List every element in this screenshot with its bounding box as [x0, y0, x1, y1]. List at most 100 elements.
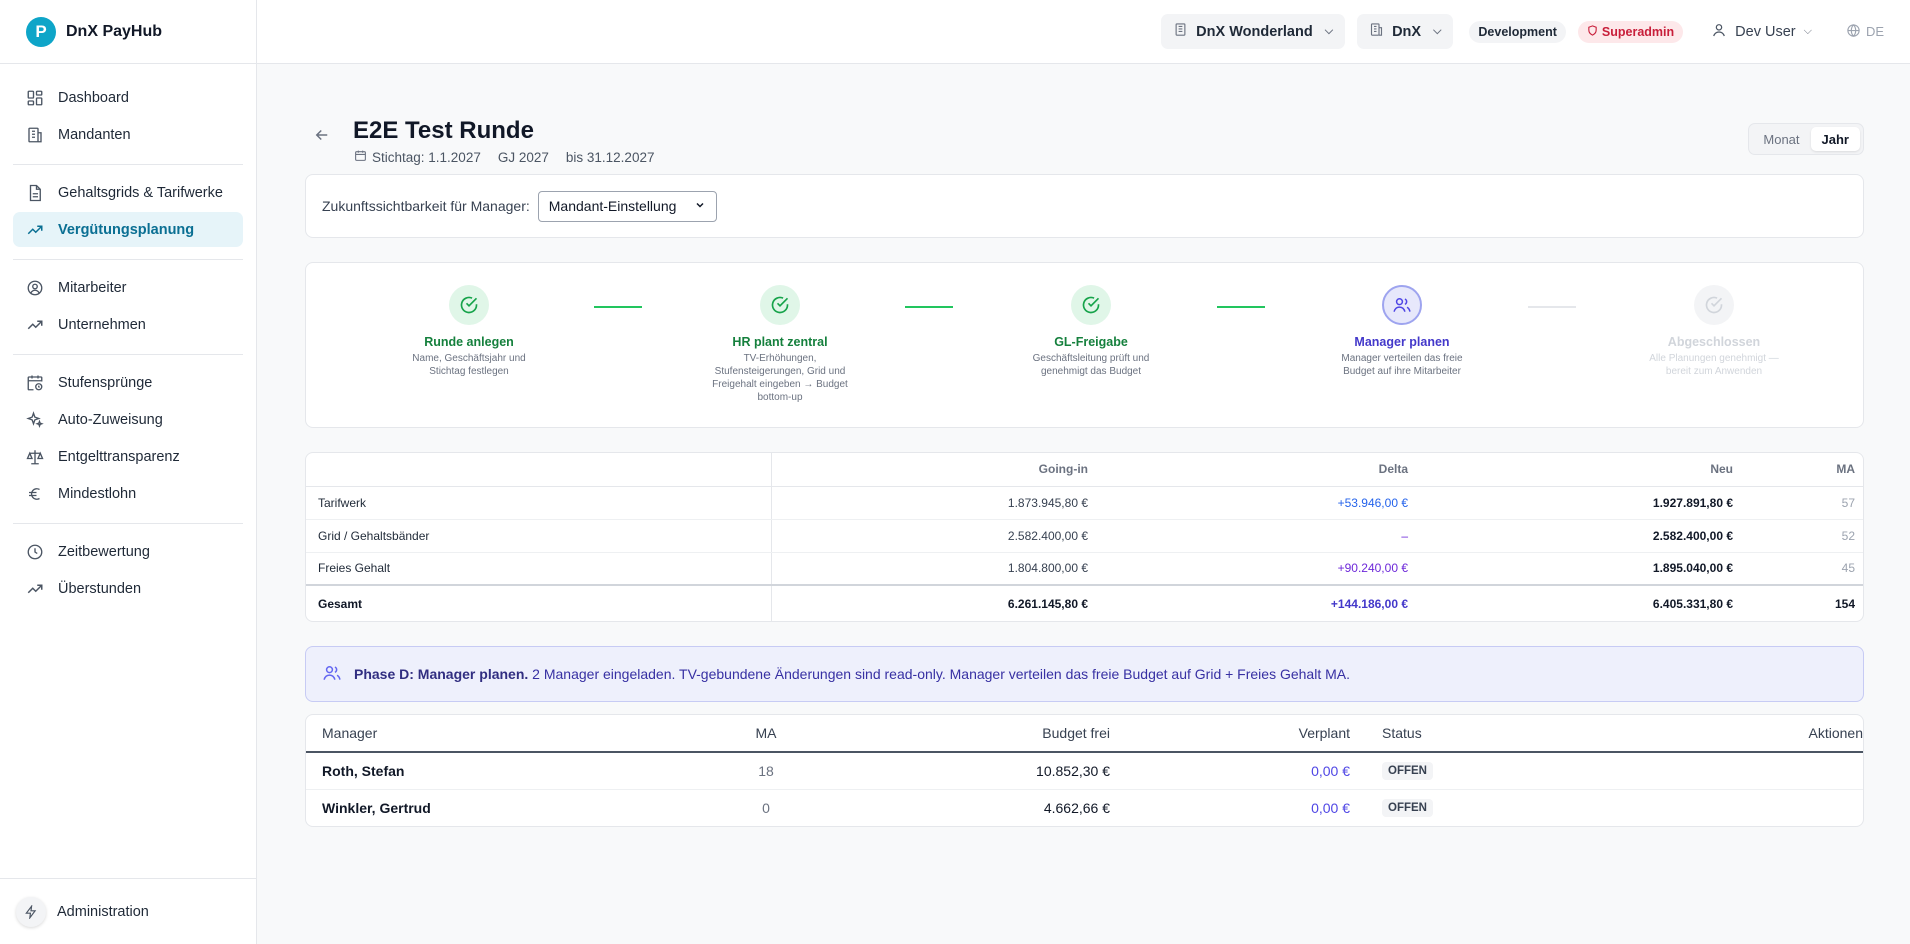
- sidebar-item-label: Mindestlohn: [58, 485, 137, 502]
- column-header: Going-in: [771, 453, 1096, 487]
- trend-icon: [25, 579, 45, 599]
- phase-info-banner: Phase D: Manager planen. 2 Manager einge…: [305, 646, 1864, 702]
- sidebar-item-dashboard[interactable]: Dashboard: [13, 80, 243, 115]
- sidebar-item-zeitbewertung[interactable]: Zeitbewertung: [13, 534, 243, 569]
- sidebar-nav: Dashboard Mandanten Gehaltsgrids & Tarif…: [0, 64, 256, 618]
- column-header: MA: [686, 715, 846, 753]
- manager-name: Winkler, Gertrud: [322, 799, 431, 816]
- step-title: HR plant zentral: [732, 335, 828, 349]
- page-header: E2E Test Runde Stichtag: 1.1.2027 GJ 202…: [305, 64, 1864, 172]
- sidebar-item-mandanten[interactable]: Mandanten: [13, 117, 243, 152]
- managers-table: Manager MA Budget frei Verplant Status A…: [305, 714, 1864, 827]
- document-icon: [25, 183, 45, 203]
- tenant-select[interactable]: DnX Wonderland ⌵: [1161, 14, 1346, 49]
- budget-free: 4.662,66 €: [1043, 799, 1110, 816]
- column-header: Delta: [1096, 453, 1416, 487]
- status-badge: OFFEN: [1382, 799, 1433, 818]
- nav-group: Dashboard Mandanten: [13, 80, 243, 165]
- sidebar-item-verguetungsplanung[interactable]: Vergütungsplanung: [13, 212, 243, 247]
- column-header: MA: [1741, 453, 1863, 487]
- table-header-row: Manager MA Budget frei Verplant Status A…: [306, 715, 1863, 753]
- administration-label: Administration: [57, 903, 149, 920]
- check-circle-icon: [760, 285, 800, 325]
- actions-cell: [1606, 752, 1863, 790]
- sidebar-item-unternehmen[interactable]: Unternehmen: [13, 307, 243, 342]
- status-cell: OFFEN: [1366, 789, 1606, 826]
- brand[interactable]: P DnX PayHub: [0, 0, 256, 64]
- calendar-clock-icon: [25, 373, 45, 393]
- sidebar-item-label: Gehaltsgrids & Tarifwerke: [58, 184, 223, 201]
- step-connector: [905, 306, 953, 308]
- back-arrow-icon[interactable]: [313, 126, 331, 147]
- sidebar-item-label: Dashboard: [58, 89, 129, 106]
- going-in-value: 6.261.145,80 €: [771, 584, 1096, 621]
- chevron-down-icon: ⌵: [1433, 25, 1442, 37]
- language-label: DE: [1865, 24, 1884, 39]
- column-header: Aktionen: [1606, 715, 1863, 753]
- row-label: Grid / Gehaltsbänder: [306, 519, 772, 553]
- sidebar-item-label: Entgelttransparenz: [58, 448, 180, 465]
- step-runde-anlegen: Runde anlegen Name, Geschäftsjahr und St…: [389, 285, 549, 378]
- sidebar-item-ueberstunden[interactable]: Überstunden: [13, 571, 243, 606]
- delta-value: +90.240,00 €: [1096, 552, 1416, 586]
- step-description: Name, Geschäftsjahr und Stichtag festleg…: [412, 353, 526, 377]
- sidebar-item-gehaltsgrids[interactable]: Gehaltsgrids & Tarifwerke: [13, 175, 243, 210]
- sidebar-item-label: Mitarbeiter: [58, 279, 127, 296]
- clock-icon: [25, 542, 45, 562]
- globe-icon: [1846, 23, 1861, 41]
- sidebar-item-label: Mandanten: [58, 126, 131, 143]
- users-icon: [322, 663, 342, 686]
- sidebar-item-mitarbeiter[interactable]: Mitarbeiter: [13, 270, 243, 305]
- total-row: Gesamt 6.261.145,80 € +144.186,00 € 6.40…: [306, 584, 1863, 621]
- visibility-card: Zukunftssichtbarkeit für Manager: Mandan…: [305, 174, 1864, 238]
- ma-count: 0: [762, 799, 770, 816]
- building-icon: [1173, 22, 1188, 41]
- sidebar-item-stufenspruenge[interactable]: Stufensprünge: [13, 365, 243, 400]
- fiscal-year: GJ 2027: [497, 149, 549, 165]
- sidebar-item-auto-zuweisung[interactable]: Auto-Zuweisung: [13, 402, 243, 437]
- nav-group: Stufensprünge Auto-Zuweisung Entgelttran…: [13, 365, 243, 524]
- building-icon: [25, 125, 45, 145]
- check-circle-icon: [1694, 285, 1734, 325]
- step-description: Geschäftsleitung prüft und genehmigt das…: [1032, 353, 1150, 377]
- sidebar-item-entgelttransparenz[interactable]: Entgelttransparenz: [13, 439, 243, 474]
- table-row[interactable]: Winkler, Gertrud 0 4.662,66 € 0,00 € OFF…: [306, 789, 1863, 826]
- role-label: Superadmin: [1601, 24, 1675, 39]
- table-row[interactable]: Roth, Stefan 18 10.852,30 € 0,00 € OFFEN: [306, 752, 1863, 790]
- language-switch[interactable]: DE: [1846, 23, 1884, 41]
- new-value: 1.895.040,00 €: [1416, 552, 1741, 586]
- step-title: Runde anlegen: [424, 335, 514, 349]
- visibility-value: Mandant-Einstellung: [548, 198, 677, 214]
- toggle-month[interactable]: Monat: [1752, 127, 1810, 151]
- step-connector: [1217, 306, 1265, 308]
- calendar-icon: [354, 149, 367, 165]
- user-menu[interactable]: Dev User ⌵: [1711, 22, 1812, 42]
- company-select[interactable]: DnX ⌵: [1357, 14, 1454, 49]
- app-logo: P: [26, 16, 56, 47]
- period-end: bis 31.12.2027: [565, 149, 655, 165]
- sidebar-item-administration[interactable]: Administration: [0, 878, 256, 944]
- sidebar: P DnX PayHub Dashboard Mandanten Gehalts…: [0, 0, 257, 944]
- users-icon: [1382, 285, 1422, 325]
- environment-badge: Development: [1469, 20, 1566, 43]
- step-title: GL-Freigabe: [1054, 335, 1128, 349]
- new-value: 2.582.400,00 €: [1416, 519, 1741, 553]
- step-connector: [594, 306, 642, 308]
- ma-count: 45: [1741, 552, 1863, 586]
- going-in-value: 1.804.800,00 €: [771, 552, 1096, 586]
- scale-icon: [25, 447, 45, 467]
- visibility-select[interactable]: Mandant-Einstellung: [537, 190, 718, 222]
- delta-value: +144.186,00 €: [1096, 584, 1416, 621]
- phase-title: Phase D: Manager planen.: [354, 666, 529, 682]
- toggle-year[interactable]: Jahr: [1810, 127, 1860, 151]
- going-in-value: 1.873.945,80 €: [771, 486, 1096, 520]
- new-value: 6.405.331,80 €: [1416, 584, 1741, 621]
- euro-icon: [25, 484, 45, 504]
- step-manager-planen: Manager planen Manager verteilen das fre…: [1322, 285, 1482, 378]
- ma-count: 154: [1741, 584, 1863, 621]
- sidebar-item-mindestlohn[interactable]: Mindestlohn: [13, 476, 243, 511]
- column-header: Neu: [1416, 453, 1741, 487]
- delta-value: –: [1096, 519, 1416, 553]
- table-row: Tarifwerk 1.873.945,80 € +53.946,00 € 1.…: [306, 486, 1863, 520]
- trend-icon: [25, 315, 45, 335]
